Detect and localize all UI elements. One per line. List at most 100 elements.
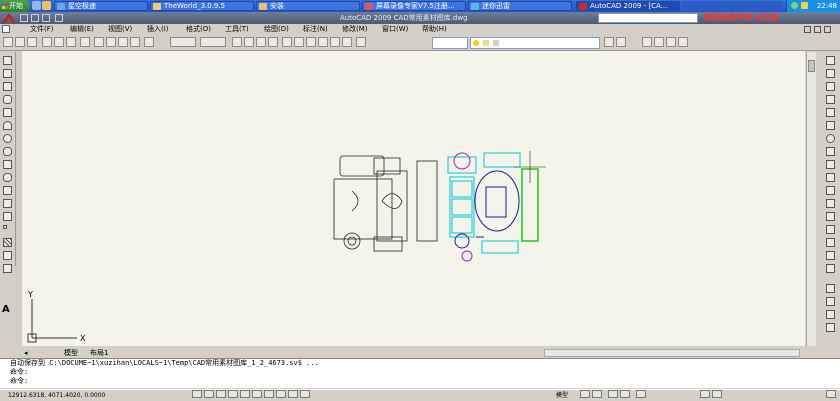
hatch-icon[interactable] [3, 238, 12, 247]
copy-icon[interactable] [106, 37, 116, 47]
fillet-icon[interactable] [826, 251, 835, 260]
save-file-icon[interactable] [27, 37, 37, 47]
undo-icon[interactable] [55, 14, 63, 22]
polyline-icon[interactable] [3, 82, 12, 91]
model-space-label[interactable]: 模型 [556, 390, 568, 399]
menu-draw[interactable]: 绘图(D) [264, 24, 289, 35]
break-at-point-icon[interactable] [826, 199, 835, 208]
construction-line-icon[interactable] [3, 69, 12, 78]
plot-preview-icon[interactable] [54, 37, 64, 47]
lineweight-control-icon[interactable] [666, 37, 676, 47]
copy-object-icon[interactable] [826, 69, 835, 78]
line-icon[interactable] [3, 56, 12, 65]
make-block-icon[interactable] [3, 212, 12, 221]
ucs-icon[interactable] [826, 323, 835, 332]
start-button[interactable]: 开始 [0, 0, 30, 12]
drawing-area[interactable]: Y X [22, 51, 805, 346]
spline-icon[interactable] [3, 160, 12, 169]
polar-tracking-button[interactable] [228, 390, 238, 398]
annotation-scale-icon[interactable] [636, 390, 646, 398]
break-icon[interactable] [826, 212, 835, 221]
dynamic-input-button[interactable] [276, 390, 286, 398]
paste-icon[interactable] [118, 37, 128, 47]
offset-icon[interactable] [826, 95, 835, 104]
arc-icon[interactable] [3, 121, 12, 130]
qnew-icon[interactable] [3, 37, 13, 47]
document-icon[interactable] [2, 25, 10, 33]
erase-icon[interactable] [826, 56, 835, 65]
menu-edit[interactable]: 编辑(E) [70, 24, 94, 35]
open-icon[interactable] [31, 14, 39, 22]
move-icon[interactable] [826, 121, 835, 130]
dynamic-ucs-button[interactable] [264, 390, 274, 398]
markup-icon[interactable] [330, 37, 340, 47]
cut-icon[interactable] [94, 37, 104, 47]
ellipse-arc-icon[interactable] [3, 186, 12, 195]
point-icon[interactable] [3, 225, 7, 229]
linetype-control-icon[interactable] [654, 37, 664, 47]
workspace-switch-icon[interactable] [700, 390, 710, 398]
quick-view-layouts-button[interactable] [580, 390, 590, 398]
quickcalc-icon[interactable] [342, 37, 352, 47]
open-file-icon[interactable] [15, 37, 25, 47]
layer-states-icon[interactable] [616, 37, 626, 47]
undo-dropdown-icon[interactable] [170, 37, 196, 47]
snap-mode-button[interactable] [192, 390, 202, 398]
workspace-combo[interactable] [432, 37, 468, 49]
taskbar-window-3[interactable]: 屏幕录像专家V7.5注册... [362, 1, 466, 11]
quick-view-drawings-button[interactable] [592, 390, 602, 398]
rectangle-icon[interactable] [3, 108, 12, 117]
tray-volume-icon[interactable] [801, 2, 808, 9]
insert-block-icon[interactable] [3, 199, 12, 208]
doc-close-button[interactable] [824, 26, 831, 33]
tab-layout1[interactable]: 布局1 [90, 348, 108, 358]
taskbar-window-0[interactable]: 星空极速 [54, 1, 148, 11]
array-icon[interactable] [826, 108, 835, 117]
layer-match-icon[interactable] [826, 297, 835, 306]
scale-icon[interactable] [826, 147, 835, 156]
plot-icon[interactable] [42, 37, 52, 47]
quick-properties-button[interactable] [300, 390, 310, 398]
join-icon[interactable] [826, 225, 835, 234]
vertical-scroll-thumb[interactable] [808, 60, 815, 72]
tab-model[interactable]: 模型 [64, 348, 78, 358]
explode-icon[interactable] [826, 264, 835, 273]
new-icon[interactable] [20, 14, 28, 22]
extend-icon[interactable] [826, 186, 835, 195]
taskbar-window-5[interactable]: AutoCAD 2009 - [CA... [576, 1, 680, 11]
menu-view[interactable]: 视图(V) [108, 24, 132, 35]
3d-dwf-icon[interactable] [80, 37, 90, 47]
horizontal-scrollbar[interactable] [544, 349, 800, 357]
lineweight-button[interactable] [288, 390, 298, 398]
help-icon[interactable] [356, 37, 366, 47]
object-snap-icon[interactable] [826, 310, 835, 319]
stretch-icon[interactable] [826, 160, 835, 169]
chamfer-icon[interactable] [826, 238, 835, 247]
grid-display-button[interactable] [204, 390, 214, 398]
ortho-mode-button[interactable] [216, 390, 226, 398]
tray-network-icon[interactable] [791, 2, 798, 9]
ellipse-icon[interactable] [3, 173, 12, 182]
match-properties-icon[interactable] [130, 37, 140, 47]
object-snap-button[interactable] [240, 390, 250, 398]
browser-icon[interactable] [42, 1, 51, 10]
autocad-logo-icon[interactable] [2, 13, 16, 23]
zoom-window-icon[interactable] [256, 37, 266, 47]
layer-combo[interactable] [470, 37, 600, 49]
tab-first-arrow[interactable]: ◂ [24, 348, 33, 358]
properties-icon[interactable] [282, 37, 292, 47]
multiline-text-icon[interactable]: A [2, 304, 10, 315]
zoom-status-icon[interactable] [620, 390, 630, 398]
save-icon[interactable] [42, 14, 50, 22]
pan-status-icon[interactable] [608, 390, 618, 398]
vertical-scrollbar[interactable] [806, 52, 816, 346]
taskbar-window-1[interactable]: TheWorld_3.0.9.5 [150, 1, 254, 11]
rotate-icon[interactable] [826, 134, 835, 143]
menu-help[interactable]: 帮助(H) [422, 24, 447, 35]
menu-window[interactable]: 窗口(W) [382, 24, 408, 35]
tool-palettes-icon[interactable] [306, 37, 316, 47]
taskbar-window-4[interactable]: 迷你迅雷 [468, 1, 572, 11]
sheet-set-icon[interactable] [318, 37, 328, 47]
menu-modify[interactable]: 修改(M) [342, 24, 368, 35]
pan-icon[interactable] [232, 37, 242, 47]
